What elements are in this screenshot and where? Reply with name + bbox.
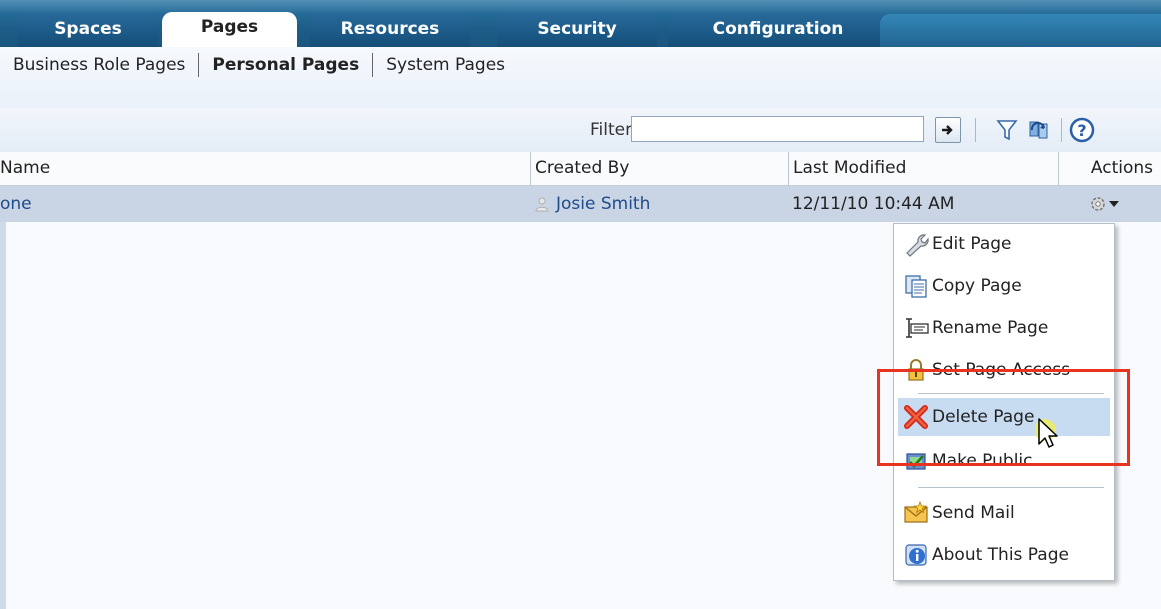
go-arrow-icon: [942, 125, 953, 135]
menu-item-edit-page[interactable]: Edit Page: [898, 225, 1110, 263]
svg-text:?: ?: [1077, 121, 1086, 140]
rename-icon: [906, 318, 929, 338]
tab-spaces[interactable]: Spaces: [18, 14, 158, 47]
refresh-icon: [1029, 121, 1048, 139]
tab-resources[interactable]: Resources: [310, 14, 470, 47]
menu-item-label: Edit Page: [932, 234, 1012, 254]
created-by-link[interactable]: Josie Smith: [556, 186, 650, 222]
chevron-down-icon: [1109, 201, 1119, 207]
tab-pages[interactable]: Pages: [162, 12, 297, 47]
filter-label: Filter: [590, 120, 633, 140]
table-row[interactable]: one Josie Smith 12/11/10 10:44 AM: [0, 186, 1161, 222]
column-header-actions: Actions: [1058, 152, 1161, 185]
page-name-link[interactable]: one: [0, 186, 32, 222]
copy-icon: [905, 275, 927, 298]
left-edge: [0, 222, 6, 609]
menu-item-copy-page[interactable]: Copy Page: [898, 267, 1110, 305]
wrench-icon: [906, 234, 929, 257]
person-icon: [535, 197, 549, 212]
actions-menu-button[interactable]: [1088, 186, 1148, 222]
menu-item-rename-page[interactable]: Rename Page: [898, 309, 1110, 347]
subnav-personal-pages[interactable]: Personal Pages: [199, 55, 372, 75]
mail-icon: [904, 501, 928, 523]
column-header-created-by[interactable]: Created By: [530, 152, 788, 185]
help-icon: ?: [1069, 117, 1095, 143]
menu-item-label: Copy Page: [932, 276, 1022, 296]
column-header-last-modified[interactable]: Last Modified: [788, 152, 1058, 185]
menu-divider: [918, 487, 1104, 488]
go-button[interactable]: [935, 117, 961, 143]
main-tab-bar: Spaces Pages Resources Security Configur…: [0, 0, 1161, 47]
tab-security[interactable]: Security: [497, 14, 657, 47]
info-icon: [905, 544, 927, 566]
tab-bar-filler: [880, 14, 1161, 47]
gear-icon: [1091, 197, 1105, 211]
menu-item-send-mail[interactable]: Send Mail: [898, 494, 1110, 532]
divider: [1061, 118, 1062, 142]
filter-funnel-icon: [996, 120, 1018, 141]
highlight-box: [877, 369, 1130, 466]
tab-configuration[interactable]: Configuration: [668, 14, 888, 47]
sub-navigation: Business Role Pages Personal Pages Syste…: [0, 47, 1161, 115]
filter-input[interactable]: [631, 116, 924, 142]
mouse-cursor-icon: [1035, 418, 1058, 448]
refresh-button[interactable]: [1026, 117, 1052, 143]
created-by-cell[interactable]: Josie Smith: [534, 186, 650, 222]
menu-item-about-this-page[interactable]: About This Page: [898, 536, 1110, 574]
subnav-system-pages[interactable]: System Pages: [373, 55, 518, 75]
menu-item-label: Rename Page: [932, 318, 1049, 338]
menu-item-label: About This Page: [932, 545, 1069, 565]
last-modified-cell: 12/11/10 10:44 AM: [792, 194, 955, 214]
table-header: Name Created By Last Modified Actions: [0, 152, 1161, 186]
help-button[interactable]: ?: [1069, 117, 1095, 143]
divider: [975, 118, 976, 142]
table-toolbar: Filter ?: [0, 108, 1161, 152]
menu-item-label: Send Mail: [932, 503, 1015, 523]
column-header-name[interactable]: Name: [0, 152, 530, 185]
filter-funnel-button[interactable]: [994, 117, 1020, 143]
subnav-business-role-pages[interactable]: Business Role Pages: [0, 55, 198, 75]
